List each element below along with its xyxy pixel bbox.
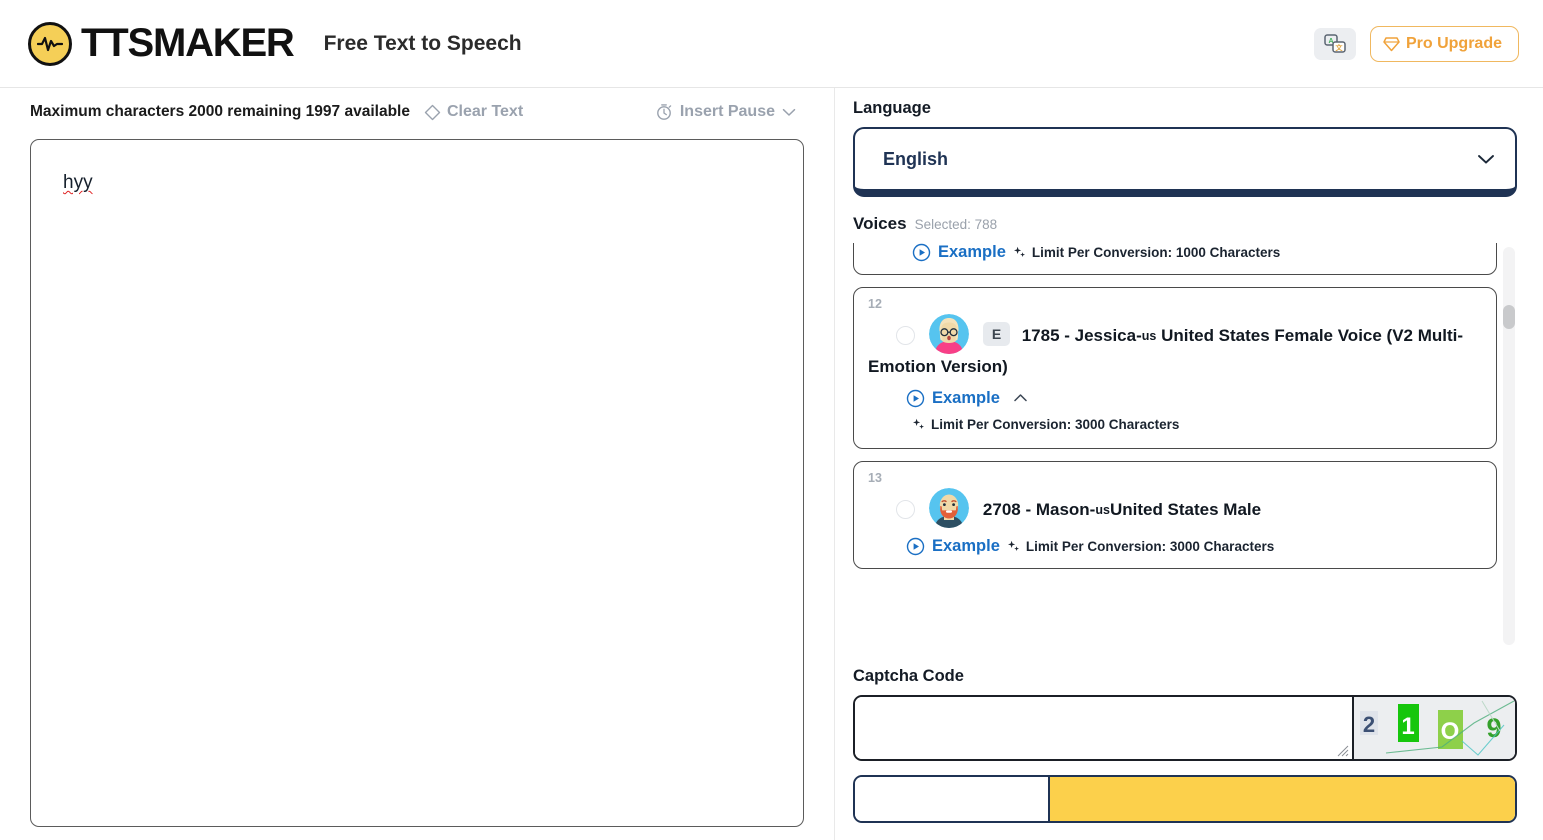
voice-avatar <box>929 313 970 354</box>
translate-icon: A 文 <box>1324 33 1346 53</box>
sparkle-icon <box>913 418 924 429</box>
example-play-button[interactable]: Example <box>906 537 1000 556</box>
voice-limit-text: Limit Per Conversion: 3000 Characters <box>931 416 1180 432</box>
voice-list[interactable]: (Slow + Unlimited) Unlimited Example <box>853 243 1517 649</box>
header-actions: A 文 Pro Upgrade <box>1313 25 1519 62</box>
tagline: Free Text to Speech <box>323 31 522 55</box>
clear-text-button[interactable]: Clear Text <box>424 103 523 121</box>
secondary-action-button[interactable] <box>855 777 1050 821</box>
voice-limit-text-wrap: Limit Per Conversion: 1000 Characters <box>1013 245 1280 260</box>
pro-upgrade-label: Pro Upgrade <box>1405 34 1502 52</box>
voice-limit-text: Limit Per Conversion: 1000 Characters <box>1031 244 1281 260</box>
voice-radio[interactable] <box>896 325 915 345</box>
voice-name: 2708 - Mason- <box>982 499 1096 519</box>
action-bar <box>853 775 1517 823</box>
translate-icon-button[interactable]: A 文 <box>1313 27 1356 60</box>
editor-pane: Maximum characters 2000 remaining 1997 a… <box>0 88 835 840</box>
example-play-button[interactable]: Example <box>912 243 1006 262</box>
voice-name-rest: United States Male <box>1109 499 1262 519</box>
voice-card-partial[interactable]: (Slow + Unlimited) Unlimited Example <box>853 243 1497 275</box>
play-circle-icon <box>906 537 925 555</box>
diamond-icon <box>1383 36 1400 51</box>
chevron-down-icon <box>1478 154 1494 164</box>
svg-text:1: 1 <box>1401 713 1414 740</box>
chevron-up-icon[interactable] <box>1013 393 1028 403</box>
voice-radio[interactable] <box>896 499 915 519</box>
voice-card[interactable]: 12 E 1785 - Jessica-us United States Fem… <box>853 286 1497 449</box>
voice-e-badge: E <box>982 321 1011 346</box>
text-input-area[interactable]: hyy <box>30 139 804 827</box>
insert-pause-button[interactable]: Insert Pause <box>655 103 796 121</box>
captcha-image[interactable]: 2 1 O 9 <box>1352 697 1515 759</box>
captcha-input-wrap <box>855 697 1352 759</box>
woman-glasses-blonde-avatar <box>929 313 970 354</box>
brand-name: TTSMAKER <box>81 21 295 65</box>
man-bald-redbeard-avatar <box>929 487 970 528</box>
captcha-glyphs: 2 1 O 9 <box>1354 697 1515 759</box>
example-label: Example <box>932 536 1000 555</box>
example-label: Example <box>938 243 1006 261</box>
voice-name-locale: us <box>1095 502 1110 517</box>
voices-header: Voices Selected: 788 <box>853 214 1517 234</box>
settings-pane: Language English Voices Selected: 788 (S… <box>835 88 1543 840</box>
language-label: Language <box>853 99 931 117</box>
captcha-input[interactable] <box>855 697 1352 759</box>
voice-card[interactable]: 13 2708 - Mason-usUnited States Male Exa… <box>853 460 1497 569</box>
voice-list-scrollbar[interactable] <box>1503 247 1515 645</box>
chevron-down-icon <box>782 108 796 116</box>
main-area: Maximum characters 2000 remaining 1997 a… <box>0 88 1543 840</box>
example-label: Example <box>932 388 1000 407</box>
logo-waveform-circle-icon <box>28 21 72 66</box>
captcha-row: 2 1 O 9 <box>853 695 1517 761</box>
svg-text:9: 9 <box>1486 713 1501 743</box>
voice-index: 12 <box>868 296 882 311</box>
voices-title: Voices <box>853 214 907 233</box>
svg-text:2: 2 <box>1363 712 1375 737</box>
voice-avatar <box>929 487 970 528</box>
sparkle-icon <box>1007 540 1019 551</box>
primary-action-button[interactable] <box>1050 777 1515 821</box>
play-circle-icon <box>906 389 925 408</box>
clear-text-label: Clear Text <box>446 103 524 120</box>
eraser-icon <box>424 104 441 120</box>
voice-name-locale: us <box>1141 328 1157 343</box>
editor-toolbar: Maximum characters 2000 remaining 1997 a… <box>30 88 804 130</box>
example-play-button[interactable]: Example <box>906 389 1000 408</box>
voice-list-container: (Slow + Unlimited) Unlimited Example <box>853 243 1517 649</box>
insert-pause-label: Insert Pause <box>679 103 775 120</box>
voice-limit-text-wrap: Limit Per Conversion: 3000 Characters <box>912 417 1179 432</box>
svg-text:文: 文 <box>1335 43 1343 52</box>
voice-index: 13 <box>868 470 882 485</box>
stopwatch-icon <box>656 104 672 120</box>
pro-upgrade-button[interactable]: Pro Upgrade <box>1369 25 1519 62</box>
voices-selected-count: Selected: 788 <box>914 217 998 232</box>
app-header: TTSMAKER Free Text to Speech A 文 Pro Upg… <box>0 0 1543 88</box>
language-selected-value: English <box>883 148 949 169</box>
character-counter: Maximum characters 2000 remaining 1997 a… <box>30 103 410 120</box>
captcha-label: Captcha Code <box>853 667 964 685</box>
brand: TTSMAKER <box>28 21 295 66</box>
voice-name: 1785 - Jessica- <box>1021 325 1142 345</box>
voice-limit-text: Limit Per Conversion: 3000 Characters <box>1025 538 1275 554</box>
voice-limit-text-wrap: Limit Per Conversion: 3000 Characters <box>1007 539 1274 554</box>
sparkle-icon <box>1013 246 1025 257</box>
voice-list-scroll-thumb[interactable] <box>1503 305 1515 329</box>
language-select[interactable]: English <box>853 127 1517 197</box>
play-circle-icon <box>912 243 931 261</box>
text-input-value: hyy <box>63 172 93 193</box>
